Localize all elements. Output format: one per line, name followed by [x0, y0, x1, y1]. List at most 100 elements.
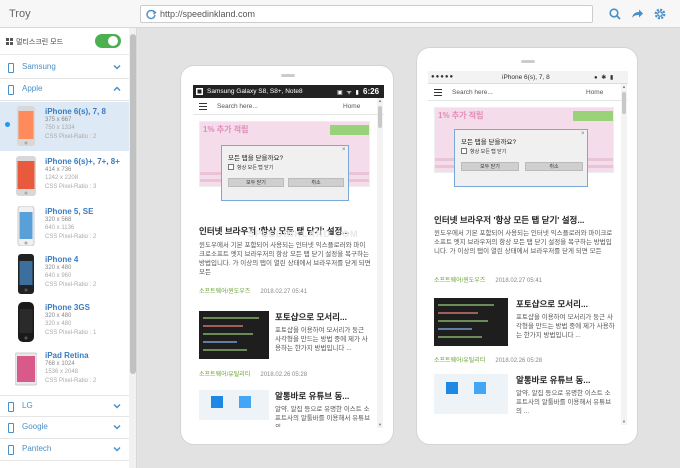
phone-icon — [8, 423, 14, 433]
grid-icon — [6, 38, 13, 45]
screen-scrollbar[interactable]: ▲ ▼ — [377, 98, 383, 428]
device-item-iphone-5-se[interactable]: iPhone 5, SE 320 x 568 640 x 1136 CSS Pi… — [0, 202, 129, 251]
phone-icon — [8, 445, 14, 455]
card-title[interactable]: 포토샵으로 모서리... — [275, 311, 347, 323]
chevron-down-icon[interactable] — [112, 401, 122, 411]
card-meta: 소프트웨어/유틸리티 2018.02.26 05:28 — [199, 369, 307, 378]
chevron-down-icon[interactable] — [112, 62, 122, 72]
screen-scroll-thumb[interactable] — [378, 106, 382, 128]
share-icon[interactable] — [630, 7, 644, 21]
scroll-down-icon[interactable]: ▼ — [622, 420, 626, 424]
close-icon[interactable]: × — [581, 131, 585, 137]
menu-icon[interactable] — [199, 103, 207, 110]
address-bar[interactable]: http://speedinkland.com — [140, 5, 593, 23]
always-close-checkbox[interactable] — [461, 148, 467, 154]
device-item-iphone-3gs[interactable]: iPhone 3GS 320 x 480 320 x 480 CSS Pixel… — [0, 298, 129, 347]
status-bar: Samsung Galaxy S8, S8+, Note8 ▣ ᯤ ▮ 6:26 — [193, 85, 384, 98]
brand-google[interactable]: Google — [0, 417, 129, 439]
status-bar: ●●●●● iPhone 6(s), 7, 8 ● ✱ ▮ — [428, 71, 628, 84]
samsung-device-frame: Samsung Galaxy S8, S8+, Note8 ▣ ᯤ ▮ 6:26… — [180, 65, 394, 445]
refresh-icon[interactable] — [145, 8, 157, 20]
site-search-input[interactable]: Search here... — [452, 89, 493, 96]
chevron-down-icon[interactable] — [112, 422, 122, 432]
url-text[interactable]: http://speedinkland.com — [160, 9, 255, 19]
site-search-input[interactable]: Search here... — [217, 103, 258, 110]
card-excerpt: 알약, 알집 등으로 유명한 이스트 소프트사의 알툴바를 이용해서 유튜브의 … — [516, 390, 612, 415]
article-meta: 소프트웨어/윈도우즈 2018.02.27 05:41 — [199, 286, 307, 295]
card-title[interactable]: 알통바로 유튜브 동... — [275, 390, 349, 402]
iphone-5-image — [17, 206, 35, 246]
gear-icon[interactable] — [653, 7, 667, 21]
close-all-button[interactable]: 모두 닫기 — [461, 162, 519, 171]
device-sidebar: 멀티스크린 모드 Samsung Apple iPhone 6(s), 7, 8… — [0, 28, 137, 468]
screen-scroll-thumb[interactable] — [622, 92, 626, 114]
card-category[interactable]: 소프트웨어/유틸리티 — [199, 372, 250, 378]
hero-tag: 1% 추가 적립 — [438, 111, 484, 120]
home-link[interactable]: Home — [586, 89, 603, 96]
card-category[interactable]: 소프트웨어/유틸리티 — [434, 358, 485, 364]
device-size: 768 x 1024 — [45, 361, 75, 367]
device-name: iPhone 6(s)+, 7+, 8+ — [45, 157, 120, 166]
brand-label: Samsung — [22, 62, 56, 71]
selected-indicator — [5, 122, 10, 127]
device-name: iPhone 4 — [45, 255, 79, 264]
brand-label: Google — [22, 422, 48, 431]
home-link[interactable]: Home — [343, 103, 360, 110]
cancel-button[interactable]: 취소 — [288, 178, 344, 187]
device-item-iphone-6[interactable]: iPhone 6(s), 7, 8 375 x 667 750 x 1334 C… — [0, 102, 129, 151]
search-icon[interactable] — [608, 7, 622, 21]
cancel-button[interactable]: 취소 — [525, 162, 583, 171]
samsung-screen[interactable]: Samsung Galaxy S8, S8+, Note8 ▣ ᯤ ▮ 6:26… — [193, 85, 384, 428]
multiscreen-toggle[interactable] — [95, 34, 121, 48]
card-title[interactable]: 포토샵으로 모서리... — [516, 298, 588, 310]
scroll-up-icon[interactable]: ▲ — [622, 85, 626, 89]
scroll-up-icon[interactable]: ▲ — [378, 99, 382, 103]
multiscreen-label: 멀티스크린 모드 — [16, 39, 64, 46]
card-excerpt: 포토샵을 이용하여 모서리가 둥근 사각형을 만드는 방법 중에 제가 사용하는… — [516, 314, 615, 339]
device-resolution: 1536 x 2048 — [45, 369, 79, 375]
device-item-iphone-4[interactable]: iPhone 4 320 x 480 640 x 960 CSS Pixel-R… — [0, 250, 129, 299]
toggle-knob — [108, 36, 118, 46]
card-thumbnail[interactable] — [434, 298, 508, 346]
always-close-checkbox[interactable] — [228, 164, 234, 170]
site-header: Search here... Home — [428, 84, 628, 101]
card-meta: 소프트웨어/유틸리티 2018.02.26 05:28 — [434, 355, 542, 364]
brand-lg[interactable]: LG — [0, 395, 129, 417]
device-item-iphone-6-plus[interactable]: iPhone 6(s)+, 7+, 8+ 414 x 736 1242 x 22… — [0, 152, 129, 201]
brand-pantech[interactable]: Pantech — [0, 439, 129, 461]
card-thumbnail[interactable] — [434, 374, 508, 414]
close-icon[interactable]: × — [342, 147, 346, 153]
iphone-screen[interactable]: ●●●●● iPhone 6(s), 7, 8 ● ✱ ▮ Search her… — [428, 71, 628, 425]
code-line — [203, 341, 237, 343]
device-resolution: 750 x 1334 — [45, 125, 75, 131]
windows-tile — [474, 382, 486, 394]
device-resolution: 1242 x 2208 — [45, 175, 79, 181]
device-pixel-ratio: CSS Pixel-Ratio : 2 — [45, 134, 97, 140]
close-all-button[interactable]: 모두 닫기 — [228, 178, 284, 187]
card-thumbnail[interactable] — [199, 390, 269, 420]
close-tabs-dialog: 모든 탭을 닫을까요? × 항상 모든 탭 닫기 모두 닫기 취소 — [454, 129, 588, 187]
chevron-up-icon[interactable] — [112, 84, 122, 94]
menu-icon[interactable] — [434, 89, 442, 96]
checkbox-label: 항상 모든 탭 닫기 — [237, 165, 274, 171]
card-date: 2018.02.26 05:28 — [495, 358, 543, 364]
dialog-title: 모든 탭을 닫을까요? — [228, 155, 284, 162]
sidebar-scroll-thumb[interactable] — [130, 34, 136, 374]
phone-icon — [8, 85, 14, 95]
scroll-down-icon[interactable]: ▼ — [378, 423, 382, 427]
device-item-ipad-retina[interactable]: iPad Retina 768 x 1024 1536 x 2048 CSS P… — [0, 346, 129, 395]
screen-scrollbar[interactable]: ▲ ▼ — [621, 84, 627, 425]
chevron-down-icon[interactable] — [112, 444, 122, 454]
article-category[interactable]: 소프트웨어/윈도우즈 — [199, 289, 250, 295]
card-title[interactable]: 알통바로 유튜브 동... — [516, 374, 590, 386]
article-title[interactable]: 인터넷 브라우저 '항상 모든 탭 닫기' 설정... — [434, 214, 614, 226]
brand-samsung[interactable]: Samsung — [0, 57, 129, 79]
brand-apple[interactable]: Apple — [0, 79, 129, 101]
iphone-3gs-image — [18, 302, 34, 342]
iphone-device-frame: ●●●●● iPhone 6(s), 7, 8 ● ✱ ▮ Search her… — [416, 47, 638, 445]
checkbox-label: 항상 모든 탭 닫기 — [470, 149, 507, 155]
device-name: iPhone 5, SE — [45, 207, 94, 216]
device-size: 414 x 736 — [45, 167, 72, 173]
article-category[interactable]: 소프트웨어/윈도우즈 — [434, 278, 485, 284]
card-thumbnail[interactable] — [199, 311, 269, 359]
